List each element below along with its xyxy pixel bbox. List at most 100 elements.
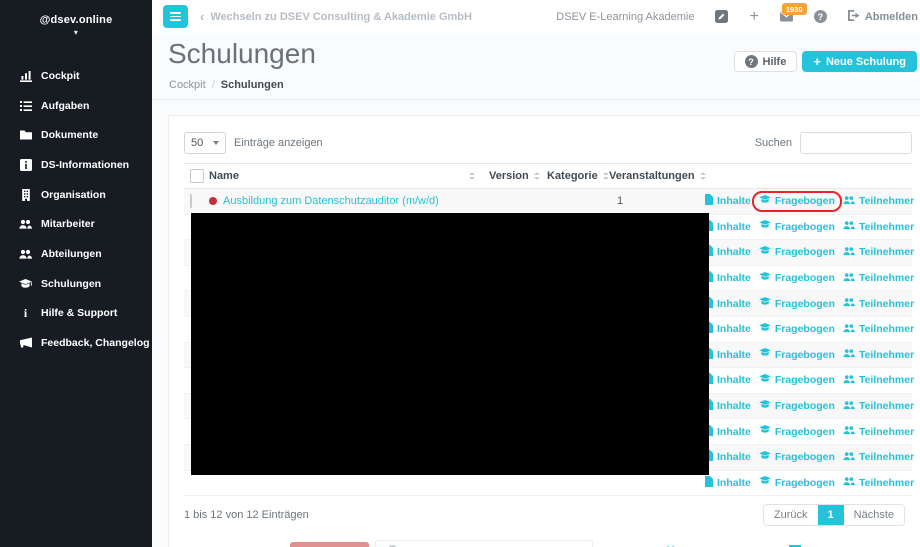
teilnehmer-link[interactable]: Teilnehmer [843, 246, 914, 259]
pagination-page-1[interactable]: 1 [817, 505, 844, 526]
sidebar-item-label: Abteilungen [41, 247, 102, 260]
inhalte-link[interactable]: Inhalte [704, 373, 751, 387]
users-icon [843, 195, 855, 208]
fragebogen-link[interactable]: Fragebogen [758, 245, 835, 259]
fragebogen-link[interactable]: Fragebogen [758, 297, 835, 310]
search-input[interactable] [800, 131, 912, 154]
fragebogen-link[interactable]: Fragebogen [758, 348, 835, 361]
inhalte-link[interactable]: Inhalte [704, 424, 751, 439]
fragebogen-link[interactable]: Fragebogen [758, 373, 835, 387]
new-schulung-button[interactable]: + Neue Schulung [802, 51, 917, 72]
graduation-cap-icon [758, 476, 771, 489]
current-org-label: DSEV E-Learning Akademie [556, 10, 695, 23]
sidebar-item-dokumente[interactable]: Dokumente [0, 120, 152, 150]
sidebar-item-label: Schulungen [41, 277, 102, 290]
fragebogen-link[interactable]: Fragebogen [751, 190, 842, 212]
teilnehmer-link[interactable]: Teilnehmer [843, 451, 914, 464]
sidebar-item-cockpit[interactable]: Cockpit [0, 61, 152, 91]
switch-org-link[interactable]: ‹ Wechseln zu DSEV Consulting & Akademie… [200, 10, 472, 23]
help-icon[interactable]: ? [813, 10, 827, 23]
fragebogen-link[interactable]: Fragebogen [758, 425, 835, 438]
teilnehmer-link[interactable]: Teilnehmer [843, 220, 914, 233]
inhalte-link[interactable]: Inhalte [704, 194, 751, 208]
add-icon[interactable]: + [749, 8, 758, 25]
edit-icon[interactable] [715, 10, 729, 23]
info-square-icon [19, 158, 32, 171]
sidebar-item-feedback-changelog[interactable]: Feedback, Changelog [0, 328, 152, 358]
fragebogen-link[interactable]: Fragebogen [758, 399, 835, 413]
fragebogen-link[interactable]: Fragebogen [758, 271, 835, 285]
teilnehmer-link[interactable]: Teilnehmer [843, 425, 914, 438]
table-info: 1 bis 12 von 12 Einträgen [184, 509, 309, 522]
breadcrumb-cockpit[interactable]: Cockpit [169, 79, 206, 91]
teilnehmer-link[interactable]: Teilnehmer [843, 400, 914, 413]
messages-icon[interactable]: 1930 [779, 3, 807, 22]
users-icon [843, 323, 855, 336]
help-button[interactable]: ? Hilfe [733, 51, 798, 72]
page-title: Schulungen [168, 38, 316, 69]
inhalte-link[interactable]: Inhalte [704, 322, 751, 336]
teilnehmer-link[interactable]: Teilnehmer [843, 348, 914, 361]
menu-toggle-button[interactable] [163, 5, 188, 28]
sidebar-item-schulungen[interactable]: Schulungen [0, 269, 152, 299]
column-header-version[interactable]: Version [489, 170, 547, 182]
teilnehmer-link[interactable]: Teilnehmer [843, 476, 914, 489]
fragebogen-link[interactable]: Fragebogen [758, 450, 835, 464]
divider [152, 99, 920, 100]
sidebar-item-organisation[interactable]: Organisation [0, 180, 152, 210]
graduation-cap-icon [758, 322, 771, 336]
breadcrumb: Cockpit / Schulungen [169, 79, 284, 91]
help-button-label: Hilfe [762, 55, 787, 68]
graduation-cap-icon [758, 245, 771, 259]
pagination-next[interactable]: Nächste [843, 505, 904, 526]
page-length-select[interactable]: 50 [184, 131, 226, 154]
column-header-name[interactable]: Name [209, 170, 489, 182]
teilnehmer-link[interactable]: Teilnehmer [843, 195, 914, 208]
logout-label: Abmelden [864, 10, 918, 23]
teilnehmer-link[interactable]: Teilnehmer [843, 374, 914, 387]
graduation-cap-icon [758, 450, 771, 464]
sidebar-item-ds-informationen[interactable]: DS-Informationen [0, 150, 152, 180]
sidebar-item-aufgaben[interactable]: Aufgaben [0, 91, 152, 121]
org-switcher[interactable]: @dsev.online ▾ [0, 0, 152, 37]
pagination-prev[interactable]: Zurück [763, 505, 818, 526]
select-all-checkbox[interactable] [190, 169, 204, 183]
sidebar-item-label: Mitarbeiter [41, 218, 95, 231]
sidebar-item-abteilungen[interactable]: Abteilungen [0, 239, 152, 269]
column-header-veranstaltungen[interactable]: Veranstaltungen [609, 170, 706, 182]
teilnehmer-link[interactable]: Teilnehmer [843, 272, 914, 285]
document-icon [704, 194, 713, 208]
veranstaltungen-cell: 1 [617, 195, 624, 208]
sidebar-item-mitarbeiter[interactable]: Mitarbeiter [0, 209, 152, 239]
teilnehmer-link[interactable]: Teilnehmer [843, 323, 914, 336]
copy-to-org-button[interactable]: In eine andere Organisation kopieren [375, 539, 594, 547]
graduation-cap-icon [758, 297, 771, 310]
inhalte-link[interactable]: Inhalte [704, 245, 751, 259]
fragebogen-link[interactable]: Fragebogen [758, 476, 835, 489]
inhalte-link[interactable]: Inhalte [704, 475, 751, 490]
users-icon [843, 425, 855, 438]
sort-icon [469, 172, 475, 180]
notification-badge: 1930 [781, 3, 807, 15]
graduation-cap-icon [758, 399, 771, 413]
inhalte-link[interactable]: Inhalte [704, 271, 751, 285]
graduation-cap-icon [758, 373, 771, 387]
column-header-kategorie[interactable]: Kategorie [547, 170, 609, 182]
fragebogen-link[interactable]: Fragebogen [758, 322, 835, 336]
logout-button[interactable]: Abmelden [847, 9, 918, 24]
sidebar-item-label: Aufgaben [41, 99, 90, 112]
users-icon [843, 272, 855, 285]
inhalte-link[interactable]: Inhalte [704, 219, 751, 234]
schulung-name-link[interactable]: Ausbildung zum Datenschutzauditor (m/w/d… [223, 195, 439, 207]
inhalte-link[interactable]: Inhalte [704, 347, 751, 362]
sidebar-item-hilfe-support[interactable]: i Hilfe & Support [0, 299, 152, 329]
teilnehmer-link[interactable]: Teilnehmer [843, 297, 914, 310]
delete-button[interactable]: × Löschen [289, 541, 370, 547]
inhalte-link[interactable]: Inhalte [704, 399, 751, 413]
row-checkbox[interactable] [190, 194, 192, 209]
building-icon [19, 188, 32, 201]
inhalte-link[interactable]: Inhalte [704, 450, 751, 464]
fragebogen-link[interactable]: Fragebogen [758, 220, 835, 233]
inhalte-link[interactable]: Inhalte [704, 296, 751, 311]
chevron-down-icon: ▾ [73, 28, 79, 37]
